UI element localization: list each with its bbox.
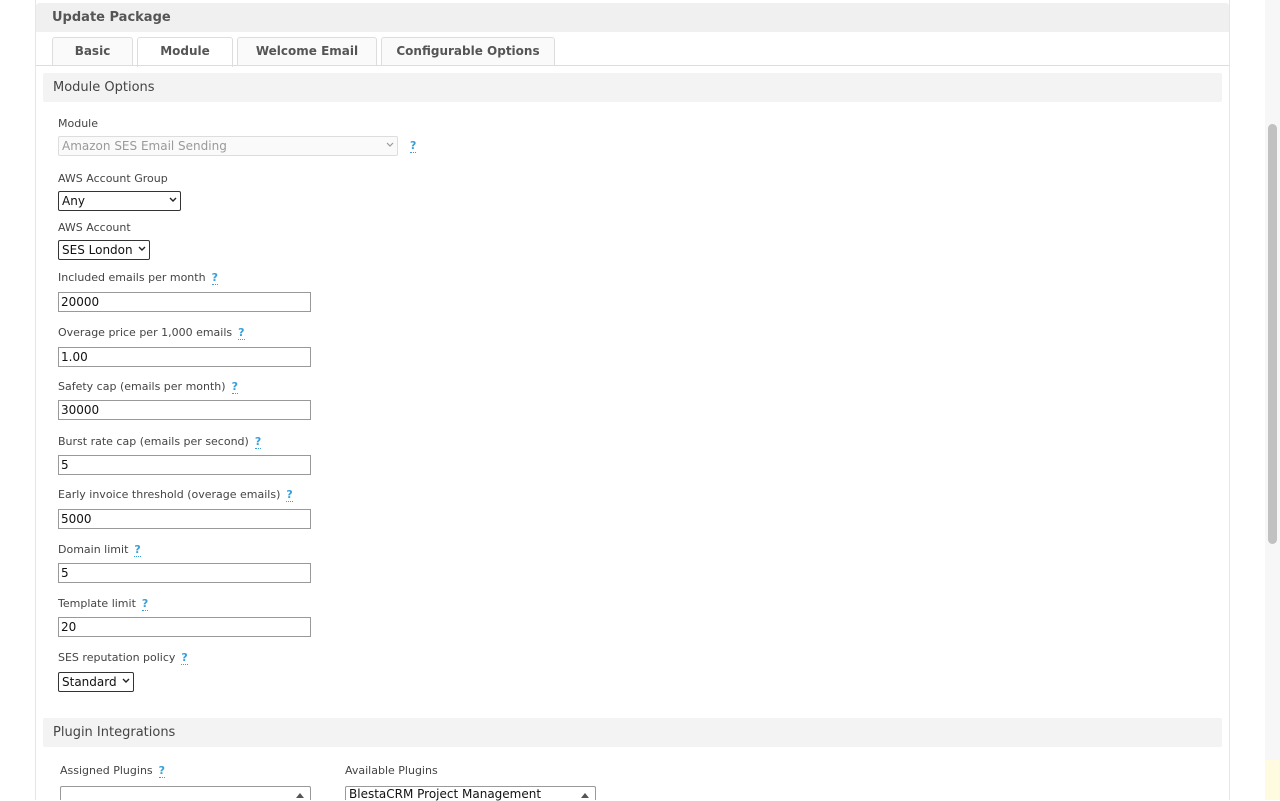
available-plugins-list[interactable]: BlestaCRM Project Management	[345, 786, 596, 801]
template-limit-help-icon[interactable]: ?	[141, 597, 149, 611]
panel-title-bar: Update Package	[36, 3, 1229, 32]
template-limit-label: Template limit?	[58, 597, 149, 611]
available-plugins-label: Available Plugins	[345, 764, 438, 777]
tab-module[interactable]: Module	[137, 37, 233, 67]
included-emails-label: Included emails per month?	[58, 271, 218, 285]
overage-price-label: Overage price per 1,000 emails?	[58, 326, 245, 340]
module-select: Amazon SES Email Sending	[58, 136, 398, 156]
tab-basic[interactable]: Basic	[52, 37, 133, 66]
reputation-policy-help-icon[interactable]: ?	[181, 651, 188, 665]
domain-limit-input[interactable]	[58, 563, 311, 583]
overage-price-help-icon[interactable]: ?	[238, 326, 245, 340]
chevron-down-icon	[386, 142, 394, 147]
included-emails-input[interactable]	[58, 292, 311, 312]
reputation-policy-select[interactable]: Standard	[58, 672, 134, 692]
included-emails-help-icon[interactable]: ?	[211, 271, 218, 285]
safety-cap-input[interactable]	[58, 400, 311, 420]
burst-rate-help-icon[interactable]: ?	[254, 435, 262, 449]
aws-account-group-select[interactable]: Any	[58, 191, 181, 211]
safety-cap-help-icon[interactable]: ?	[231, 380, 238, 394]
page-title: Update Package	[52, 10, 171, 25]
early-invoice-input[interactable]	[58, 509, 311, 529]
aws-account-select[interactable]: SES London	[58, 240, 150, 260]
burst-rate-label: Burst rate cap (emails per second)?	[58, 435, 262, 449]
early-invoice-help-icon[interactable]: ?	[286, 488, 293, 502]
reputation-policy-label: SES reputation policy?	[58, 651, 188, 665]
chevron-down-icon	[138, 246, 146, 251]
scroll-up-icon[interactable]	[581, 793, 589, 798]
template-limit-input[interactable]	[58, 617, 311, 637]
plugin-integrations-header: Plugin Integrations	[43, 718, 1222, 747]
assigned-plugins-help-icon[interactable]: ?	[158, 764, 166, 778]
aws-account-label: AWS Account	[58, 221, 131, 234]
aws-account-group-label: AWS Account Group	[58, 172, 168, 185]
safety-cap-label: Safety cap (emails per month)?	[58, 380, 238, 394]
domain-limit-label: Domain limit?	[58, 543, 141, 557]
chevron-down-icon	[122, 678, 130, 683]
scroll-up-icon[interactable]	[296, 793, 304, 798]
scrollbar-thumb[interactable]	[1268, 124, 1277, 544]
chevron-down-icon	[169, 197, 177, 202]
overage-price-input[interactable]	[58, 347, 311, 367]
domain-limit-help-icon[interactable]: ?	[134, 543, 141, 557]
list-item[interactable]: BlestaCRM Project Management	[349, 787, 541, 801]
tabs-divider	[36, 65, 1229, 66]
tab-welcome-email[interactable]: Welcome Email	[237, 37, 377, 66]
tab-configurable-options[interactable]: Configurable Options	[381, 37, 555, 66]
assigned-plugins-list[interactable]	[60, 786, 311, 800]
corner-panel	[1265, 760, 1280, 800]
assigned-plugins-label: Assigned Plugins?	[60, 764, 166, 778]
burst-rate-input[interactable]	[58, 455, 311, 475]
module-help-icon[interactable]: ?	[410, 139, 417, 153]
module-options-header: Module Options	[43, 73, 1222, 102]
early-invoice-label: Early invoice threshold (overage emails)…	[58, 488, 293, 502]
module-label: Module	[58, 117, 98, 130]
